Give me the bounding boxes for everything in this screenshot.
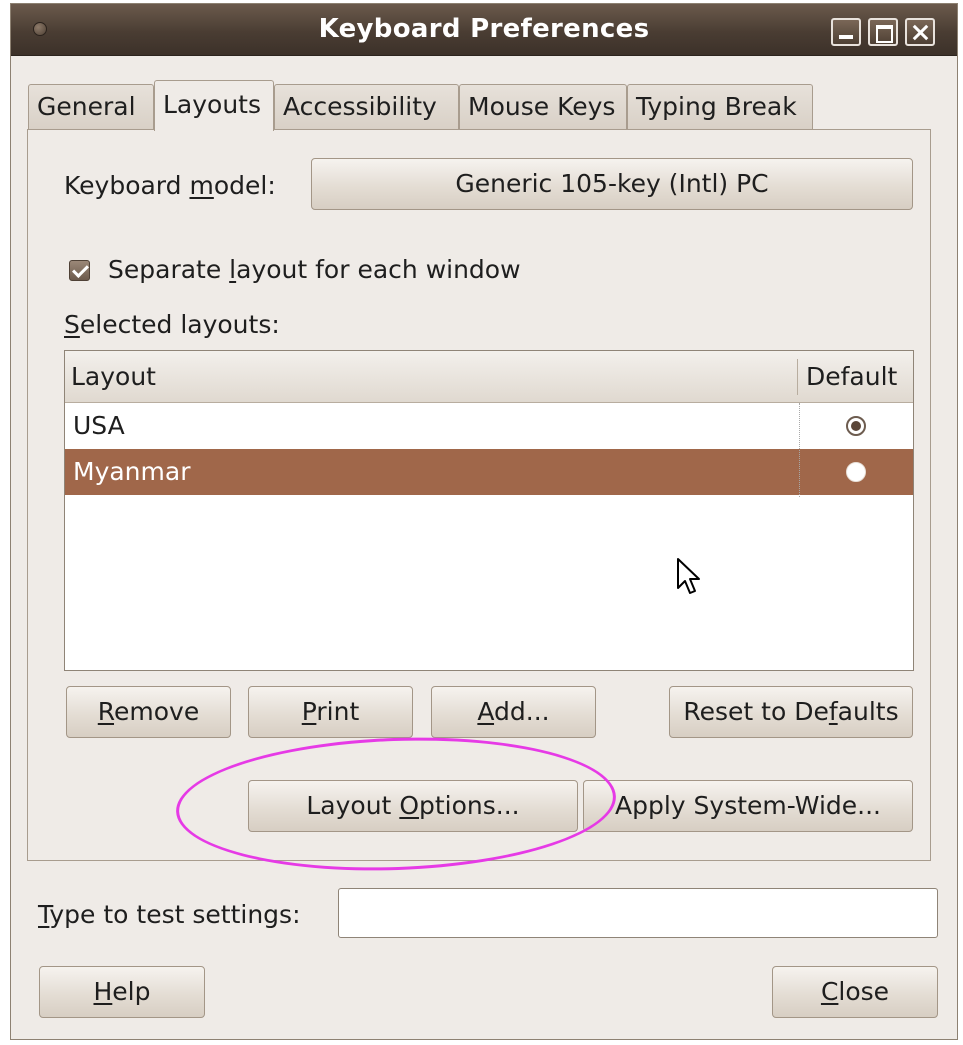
table-header: Layout Default	[65, 351, 913, 403]
apply-system-wide-button[interactable]: Apply System-Wide...	[583, 780, 913, 832]
default-radio[interactable]	[846, 462, 866, 482]
layouts-table[interactable]: Layout Default USA Myanmar	[64, 350, 914, 671]
tab-accessibility[interactable]: Accessibility	[274, 84, 459, 130]
reset-to-defaults-button[interactable]: Reset to Defaults	[669, 686, 913, 738]
tab-typing-break[interactable]: Typing Break	[627, 84, 813, 130]
print-button[interactable]: Print	[248, 686, 413, 738]
keyboard-model-label: Keyboard model:	[64, 171, 276, 200]
close-window-icon[interactable]	[905, 18, 935, 46]
tab-mouse-keys[interactable]: Mouse Keys	[459, 84, 627, 130]
default-radio[interactable]	[846, 416, 866, 436]
table-row-selected[interactable]: Myanmar	[65, 449, 913, 495]
table-row[interactable]: USA	[65, 403, 913, 449]
selected-layouts-label: Selected layouts:	[64, 310, 280, 339]
tab-layouts[interactable]: Layouts	[154, 80, 274, 131]
separate-layout-checkbox[interactable]	[69, 260, 90, 281]
maximize-icon[interactable]	[868, 18, 898, 46]
column-header-default[interactable]: Default	[806, 351, 897, 403]
tab-general[interactable]: General	[28, 84, 154, 130]
remove-button[interactable]: Remove	[66, 686, 231, 738]
test-settings-input[interactable]	[338, 888, 938, 938]
column-separator	[799, 403, 800, 497]
mouse-cursor-icon	[677, 558, 700, 594]
add-button[interactable]: Add...	[431, 686, 596, 738]
keyboard-model-button[interactable]: Generic 105-key (Intl) PC	[311, 158, 913, 210]
minimize-icon[interactable]	[831, 18, 861, 46]
column-divider[interactable]	[797, 359, 798, 395]
layout-cell: Myanmar	[73, 457, 191, 486]
separate-layout-label[interactable]: Separate layout for each window	[108, 255, 521, 284]
layout-cell: USA	[73, 411, 125, 440]
help-button[interactable]: Help	[39, 966, 205, 1018]
layout-options-button[interactable]: Layout Options...	[248, 780, 578, 832]
title-bar[interactable]: Keyboard Preferences	[11, 4, 957, 56]
test-settings-label: Type to test settings:	[38, 900, 301, 929]
column-header-layout[interactable]: Layout	[71, 351, 156, 403]
window-title: Keyboard Preferences	[318, 14, 650, 44]
close-button[interactable]: Close	[772, 966, 938, 1018]
